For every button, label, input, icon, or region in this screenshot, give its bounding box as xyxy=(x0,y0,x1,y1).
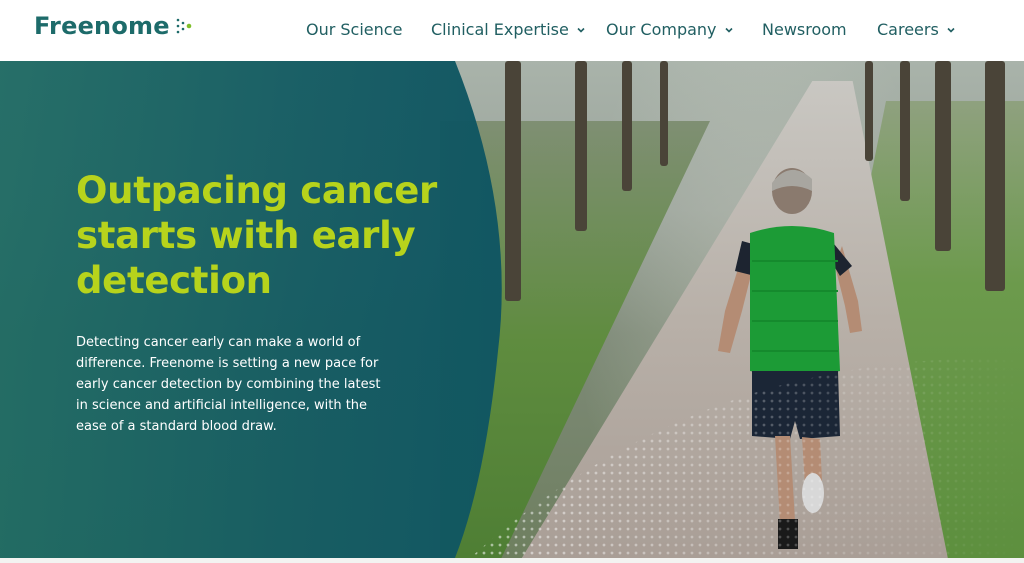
site-header: Freenome Our Science Clinical Expertise … xyxy=(0,0,1024,61)
chevron-down-icon xyxy=(577,27,585,33)
hero-body-text: Detecting cancer early can make a world … xyxy=(76,335,381,434)
nav-label: Clinical Expertise xyxy=(431,20,569,39)
hero-panel xyxy=(0,61,502,558)
nav-newsroom[interactable]: Newsroom xyxy=(762,20,847,39)
nav-label: Careers xyxy=(877,20,939,39)
nav-our-company[interactable]: Our Company xyxy=(606,20,733,39)
section-divider xyxy=(0,558,1024,563)
nav-our-science[interactable]: Our Science xyxy=(306,20,402,39)
nav-label: Newsroom xyxy=(762,20,847,39)
nav-label: Our Company xyxy=(606,20,717,39)
main-nav: Our Science Clinical Expertise Our Compa… xyxy=(0,20,1024,42)
nav-label: Our Science xyxy=(306,20,403,39)
nav-careers[interactable]: Careers xyxy=(877,20,955,39)
hero-section: Outpacing cancer starts with early detec… xyxy=(0,61,1024,558)
hero-headline: Outpacing cancer starts with early detec… xyxy=(76,169,437,302)
nav-clinical-expertise[interactable]: Clinical Expertise xyxy=(431,20,585,39)
chevron-down-icon xyxy=(724,27,733,33)
chevron-down-icon xyxy=(947,27,955,33)
